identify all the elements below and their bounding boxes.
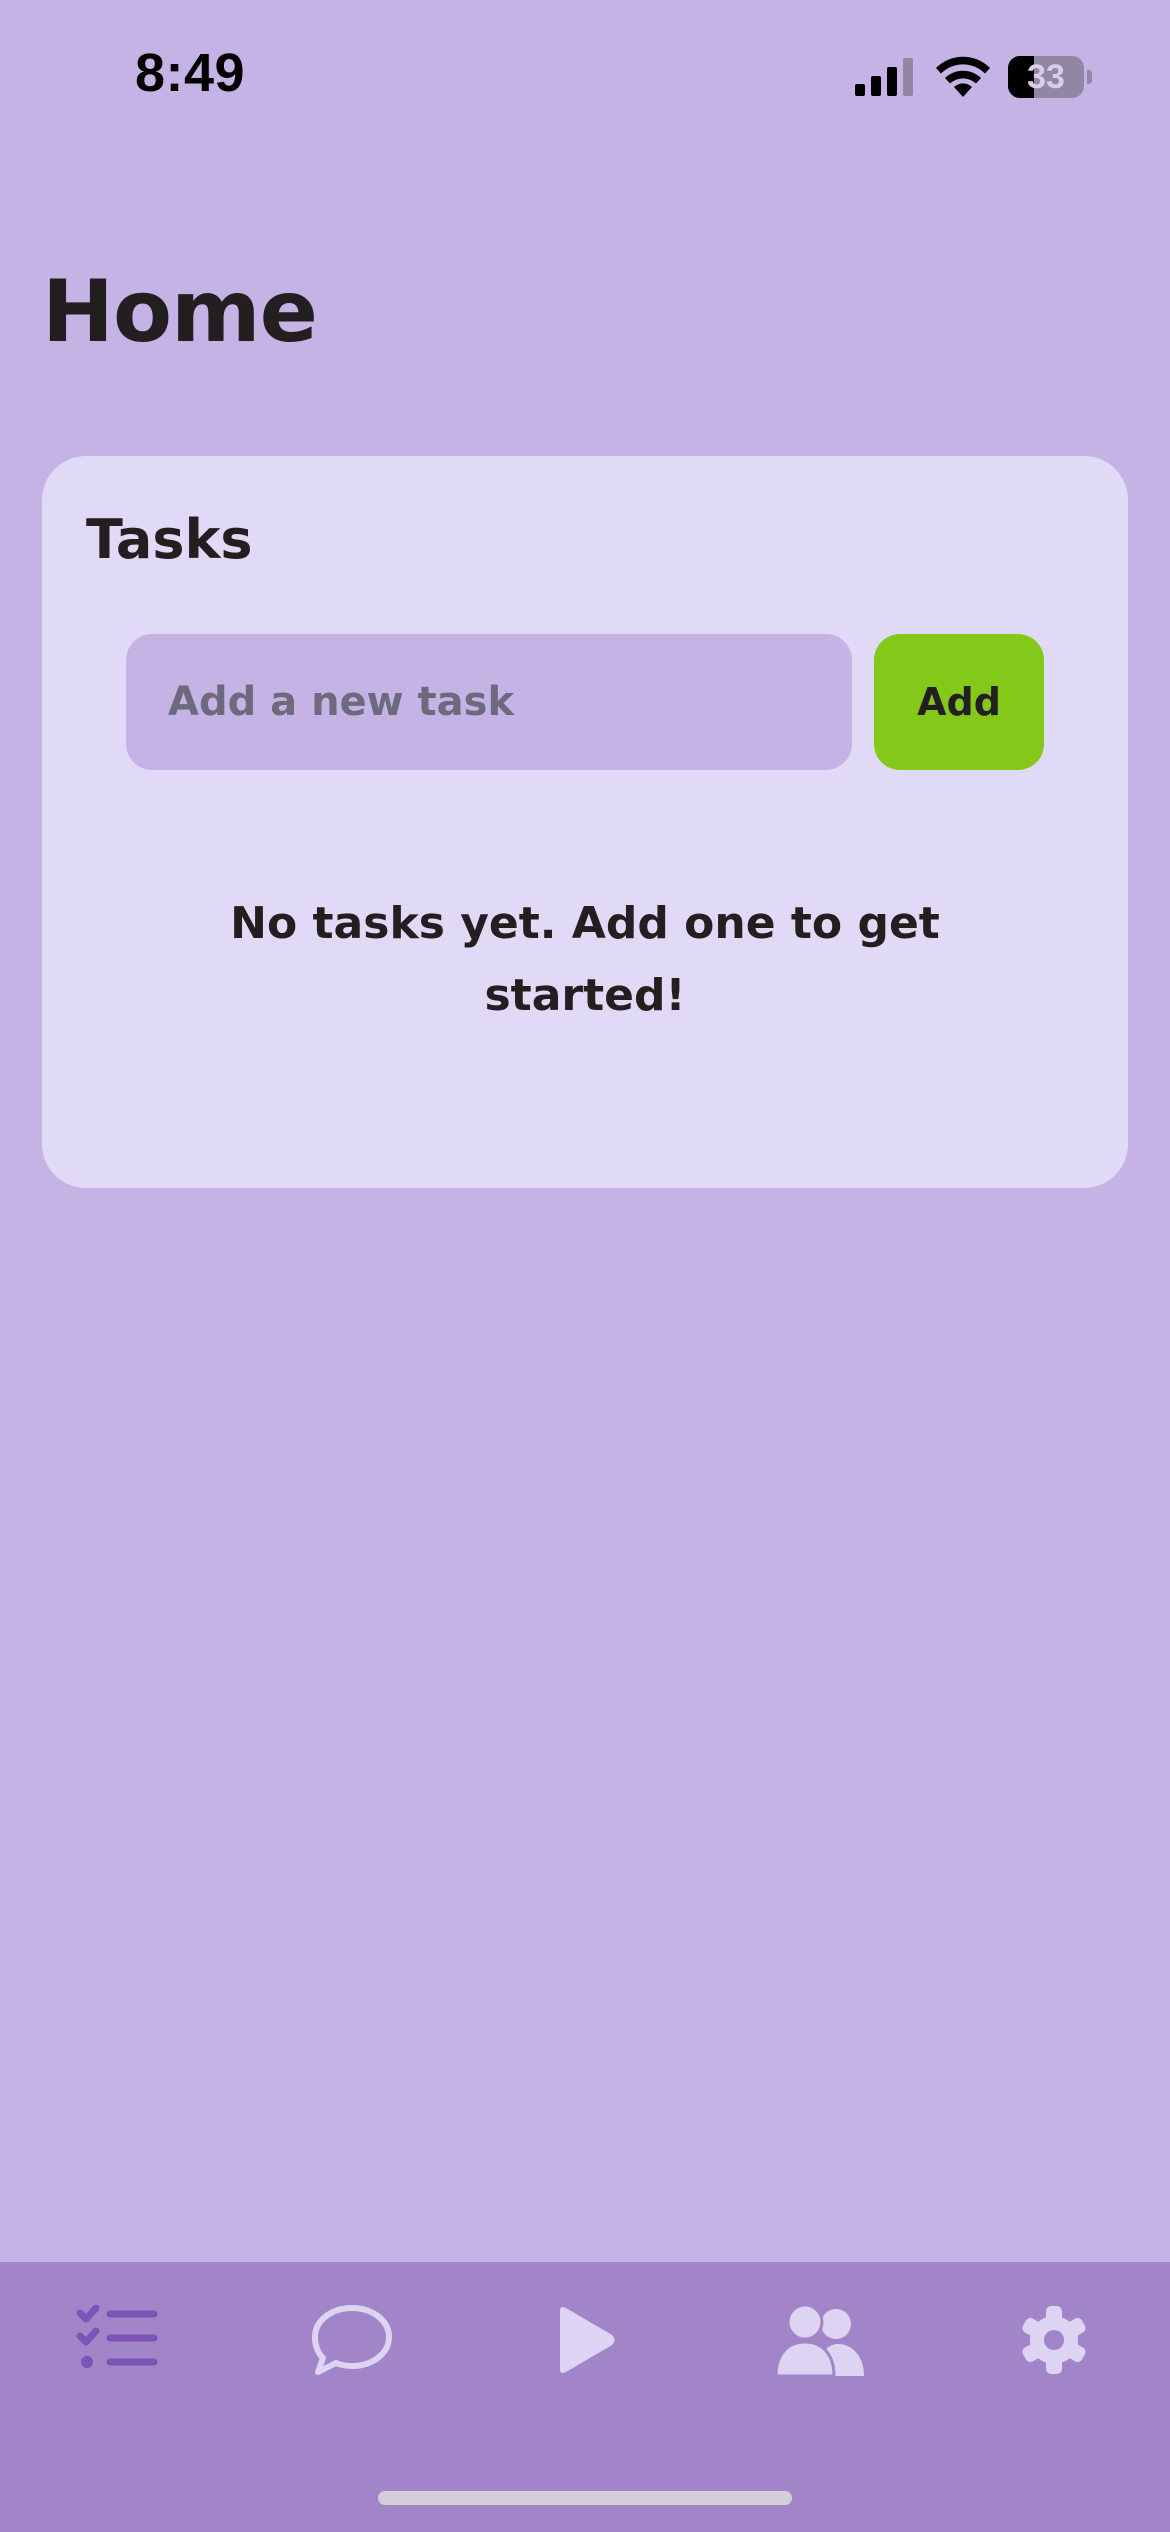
new-task-input[interactable] [126, 634, 852, 770]
checklist-icon [76, 2305, 158, 2368]
battery-icon: 33 [1008, 56, 1092, 98]
tasks-card: Tasks Add No tasks yet. Add one to get s… [42, 456, 1128, 1188]
people-icon [774, 2304, 864, 2376]
empty-state-message: No tasks yet. Add one to get started! [230, 898, 940, 1021]
tab-settings[interactable] [994, 2290, 1114, 2390]
tab-tasks[interactable] [58, 2290, 178, 2390]
tab-play[interactable] [525, 2290, 645, 2390]
signal-icon [855, 58, 913, 96]
card-title: Tasks [86, 508, 253, 571]
status-time: 8:49 [135, 43, 246, 103]
gear-icon [1022, 2306, 1086, 2374]
battery-level: 33 [1027, 58, 1065, 96]
chat-bubble-icon [312, 2305, 392, 2375]
add-task-button[interactable]: Add [874, 634, 1044, 770]
tab-chat[interactable] [292, 2290, 412, 2390]
wifi-icon [936, 56, 990, 97]
tab-people[interactable] [760, 2290, 880, 2390]
home-indicator[interactable] [378, 2491, 792, 2505]
play-icon [560, 2307, 615, 2373]
page-title: Home [42, 262, 318, 362]
status-bar: 8:49 33 [0, 0, 1170, 150]
